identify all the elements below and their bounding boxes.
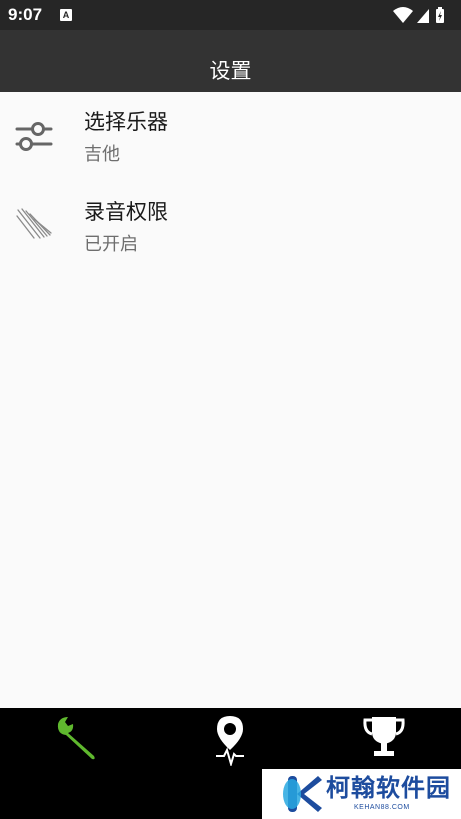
- settings-item-instrument[interactable]: 选择乐器 吉他: [0, 92, 461, 182]
- settings-item-title: 选择乐器: [84, 110, 168, 134]
- wrench-icon: [57, 717, 95, 760]
- microphone-lines-icon: [16, 208, 52, 239]
- wifi-icon: [393, 7, 413, 23]
- settings-screen: 9:07 A 设置 选择乐器 吉他 录音权限 已开启 柯翰软件园 KEHAN88…: [0, 0, 461, 819]
- settings-item-value: 已开启: [84, 234, 138, 255]
- sliders-icon: [15, 122, 53, 151]
- watermark-logo-icon: [283, 776, 322, 812]
- notification-a-icon: A: [60, 9, 72, 21]
- watermark-text: 柯翰软件园: [326, 774, 451, 802]
- watermark-sub: KEHAN88.COM: [354, 804, 410, 811]
- status-right-icons: [393, 7, 444, 23]
- tab-tuner[interactable]: [154, 708, 307, 772]
- trophy-icon: [363, 717, 405, 756]
- settings-item-record-permission[interactable]: 录音权限 已开启: [0, 182, 461, 272]
- settings-item-value: 吉他: [84, 144, 120, 165]
- battery-icon: [436, 7, 444, 23]
- settings-item-title: 录音权限: [84, 200, 168, 224]
- settings-list: 选择乐器 吉他 录音权限 已开启: [0, 92, 461, 272]
- signal-icon: [417, 9, 429, 23]
- page-title: 设置: [209, 59, 252, 83]
- tuner-pin-icon: [216, 716, 244, 766]
- tab-settings[interactable]: [0, 708, 153, 772]
- status-bar: 9:07 A: [0, 0, 461, 30]
- status-time: 9:07: [8, 5, 43, 24]
- tab-trophy[interactable]: [308, 708, 461, 772]
- app-bar: 设置: [0, 30, 461, 92]
- watermark: 柯翰软件园 KEHAN88.COM: [262, 769, 461, 819]
